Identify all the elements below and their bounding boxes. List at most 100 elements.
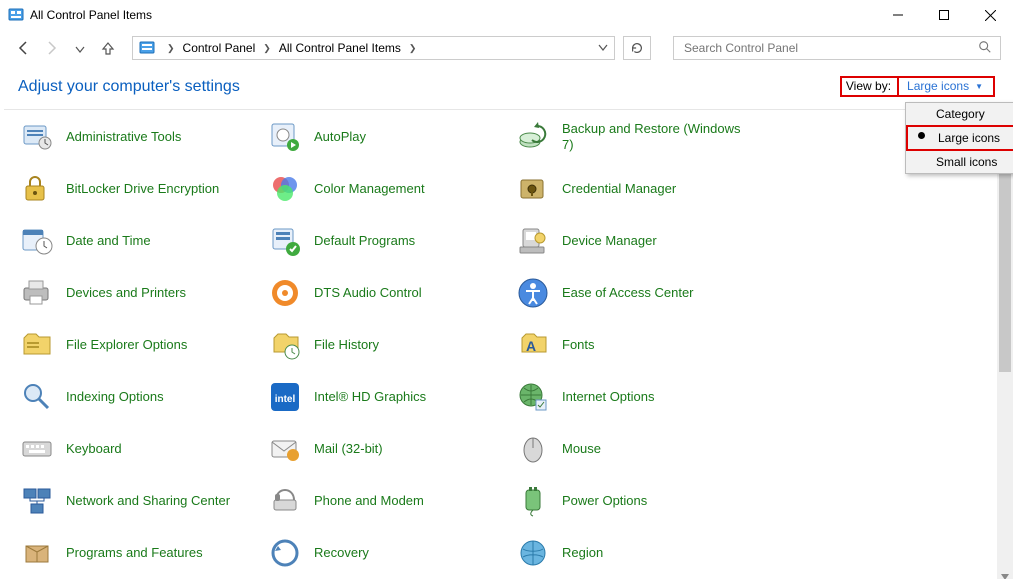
item-label: Backup and Restore (Windows 7): [562, 121, 752, 154]
view-by-option-large-icons[interactable]: Large icons: [906, 125, 1013, 151]
item-keyboard[interactable]: Keyboard: [20, 432, 268, 466]
item-color-management[interactable]: Color Management: [268, 172, 516, 206]
item-date-time[interactable]: Date and Time: [20, 224, 268, 258]
search-input[interactable]: [682, 40, 978, 56]
region-icon: [516, 536, 550, 570]
item-label: File History: [314, 337, 379, 353]
item-label: Internet Options: [562, 389, 655, 405]
item-label: Network and Sharing Center: [66, 493, 230, 509]
devices-printers-icon: [20, 276, 54, 310]
item-region[interactable]: Region: [516, 536, 764, 570]
item-label: DTS Audio Control: [314, 285, 422, 301]
item-file-explorer-options[interactable]: File Explorer Options: [20, 328, 268, 362]
item-autoplay[interactable]: AutoPlay: [268, 120, 516, 154]
item-ease-of-access[interactable]: Ease of Access Center: [516, 276, 764, 310]
item-power-options[interactable]: Power Options: [516, 484, 764, 518]
svg-text:A: A: [526, 338, 536, 354]
device-manager-icon: [516, 224, 550, 258]
item-label: Ease of Access Center: [562, 285, 694, 301]
back-button[interactable]: [12, 36, 36, 60]
item-label: BitLocker Drive Encryption: [66, 181, 219, 197]
programs-features-icon: [20, 536, 54, 570]
menu-item-label: Small icons: [936, 155, 997, 169]
maximize-button[interactable]: [921, 0, 967, 30]
item-programs-features[interactable]: Programs and Features: [20, 536, 268, 570]
item-label: Keyboard: [66, 441, 122, 457]
item-label: Default Programs: [314, 233, 415, 249]
recent-locations-button[interactable]: [68, 36, 92, 60]
view-by-menu: Category Large icons Small icons: [905, 102, 1013, 174]
item-fonts[interactable]: A Fonts: [516, 328, 764, 362]
item-label: Mouse: [562, 441, 601, 457]
breadcrumb-root[interactable]: Control Panel: [181, 41, 258, 55]
forward-button[interactable]: [40, 36, 64, 60]
close-button[interactable]: [967, 0, 1013, 30]
item-intel-hd-graphics[interactable]: intel Intel® HD Graphics: [268, 380, 516, 414]
recovery-icon: [268, 536, 302, 570]
minimize-button[interactable]: [875, 0, 921, 30]
dts-audio-icon: [268, 276, 302, 310]
item-label: Date and Time: [66, 233, 151, 249]
breadcrumb-current[interactable]: All Control Panel Items: [277, 41, 403, 55]
backup-restore-icon: [516, 120, 550, 154]
item-dts-audio[interactable]: DTS Audio Control: [268, 276, 516, 310]
mouse-icon: [516, 432, 550, 466]
item-recovery[interactable]: Recovery: [268, 536, 516, 570]
bitlocker-icon: [20, 172, 54, 206]
address-dropdown-button[interactable]: [592, 37, 614, 59]
power-options-icon: [516, 484, 550, 518]
chevron-right-icon[interactable]: ❯: [403, 43, 423, 54]
chevron-right-icon[interactable]: ❯: [257, 43, 277, 54]
refresh-button[interactable]: [623, 36, 651, 60]
indexing-options-icon: [20, 380, 54, 414]
item-devices-printers[interactable]: Devices and Printers: [20, 276, 268, 310]
control-panel-icon: [139, 40, 155, 56]
chevron-right-icon[interactable]: ❯: [161, 43, 181, 54]
view-by-option-small-icons[interactable]: Small icons: [906, 151, 1013, 173]
fonts-icon: A: [516, 328, 550, 362]
item-label: Device Manager: [562, 233, 657, 249]
internet-options-icon: [516, 380, 550, 414]
item-backup-restore[interactable]: Backup and Restore (Windows 7): [516, 120, 764, 154]
vertical-scrollbar[interactable]: [997, 116, 1013, 579]
item-label: Intel® HD Graphics: [314, 389, 426, 405]
color-management-icon: [268, 172, 302, 206]
page-header: Adjust your computer's settings View by:…: [0, 66, 1013, 105]
item-phone-modem[interactable]: Phone and Modem: [268, 484, 516, 518]
up-button[interactable]: [96, 36, 120, 60]
item-label: Credential Manager: [562, 181, 676, 197]
item-device-manager[interactable]: Device Manager: [516, 224, 764, 258]
item-indexing-options[interactable]: Indexing Options: [20, 380, 268, 414]
item-label: Programs and Features: [66, 545, 203, 561]
item-default-programs[interactable]: Default Programs: [268, 224, 516, 258]
view-by-value: Large icons: [907, 79, 969, 93]
item-mail[interactable]: Mail (32-bit): [268, 432, 516, 466]
item-internet-options[interactable]: Internet Options: [516, 380, 764, 414]
chevron-down-icon: ▼: [975, 82, 983, 91]
item-network-sharing[interactable]: Network and Sharing Center: [20, 484, 268, 518]
item-file-history[interactable]: File History: [268, 328, 516, 362]
item-administrative-tools[interactable]: Administrative Tools: [20, 120, 268, 154]
default-programs-icon: [268, 224, 302, 258]
item-mouse[interactable]: Mouse: [516, 432, 764, 466]
item-bitlocker[interactable]: BitLocker Drive Encryption: [20, 172, 268, 206]
item-credential-manager[interactable]: Credential Manager: [516, 172, 764, 206]
keyboard-icon: [20, 432, 54, 466]
item-label: Fonts: [562, 337, 595, 353]
scroll-down-button[interactable]: [997, 569, 1013, 579]
file-history-icon: [268, 328, 302, 362]
search-icon[interactable]: [978, 40, 992, 57]
item-label: Devices and Printers: [66, 285, 186, 301]
date-time-icon: [20, 224, 54, 258]
search-box[interactable]: [673, 36, 1001, 60]
view-by-option-category[interactable]: Category: [906, 103, 1013, 125]
item-label: Region: [562, 545, 603, 561]
item-label: Power Options: [562, 493, 647, 509]
ease-of-access-icon: [516, 276, 550, 310]
menu-item-label: Large icons: [938, 131, 1000, 145]
item-label: AutoPlay: [314, 129, 366, 145]
item-label: Phone and Modem: [314, 493, 424, 509]
menu-item-label: Category: [936, 107, 985, 121]
view-by-dropdown[interactable]: Large icons ▼: [897, 76, 995, 97]
address-bar[interactable]: ❯ Control Panel ❯ All Control Panel Item…: [132, 36, 615, 60]
